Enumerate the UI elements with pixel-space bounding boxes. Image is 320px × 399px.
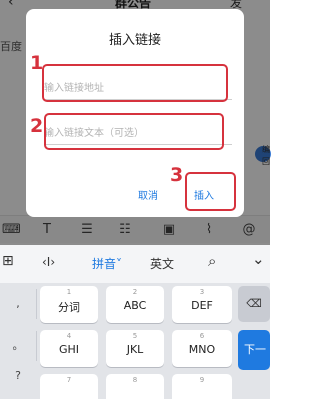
dialog-title: 插入链接 (108, 33, 161, 48)
key-4-ghi[interactable]: 4 GHI (40, 330, 98, 367)
punctuation-question-key[interactable]: ? (0, 369, 36, 382)
keyboard-divider (36, 289, 37, 319)
punctuation-period-key[interactable]: 。 (0, 337, 36, 353)
collapse-keyboard-icon[interactable]: ⌄ (252, 250, 265, 268)
key-6-mno[interactable]: 6 MNO (172, 330, 232, 367)
key-1-segment[interactable]: 1 分词 (40, 286, 98, 323)
key-8-tuv[interactable]: 8 (106, 374, 164, 399)
key-9-wxyz[interactable]: 9 (172, 374, 232, 399)
punctuation-comma-key[interactable]: , (0, 297, 36, 310)
annotation-label-3: 3 (170, 164, 184, 186)
key-2-abc[interactable]: 2 ABC (106, 286, 164, 323)
key-3-def[interactable]: 3 DEF (172, 286, 232, 323)
ime-keyboard: ⊞ ‹I› 拼音˅ 英文 ⌕ ⌄ , 。 ? 1 分词 2 ABC 3 DEF … (0, 245, 270, 399)
next-key[interactable]: 下一 (238, 330, 270, 370)
keyboard-divider (36, 331, 37, 361)
english-mode-tab[interactable]: 英文 (150, 255, 174, 272)
annotation-box-3 (185, 172, 236, 211)
key-7-pqrs[interactable]: 7 (40, 374, 98, 399)
pinyin-mode-tab[interactable]: 拼音˅ (92, 255, 122, 272)
delete-key[interactable]: ⌫ (238, 286, 270, 322)
keyboard-grid-icon[interactable]: ⊞ (2, 253, 14, 269)
cursor-move-icon[interactable]: ‹I› (42, 255, 55, 269)
annotation-box-2 (44, 113, 224, 150)
key-5-jkl[interactable]: 5 JKL (106, 330, 164, 367)
annotation-box-1 (42, 64, 228, 102)
cancel-button[interactable]: 取消 (138, 187, 158, 202)
annotation-label-2: 2 (30, 115, 44, 137)
search-icon[interactable]: ⌕ (208, 252, 216, 270)
keyboard-toolbar: ⊞ ‹I› 拼音˅ 英文 ⌕ ⌄ (0, 245, 270, 283)
